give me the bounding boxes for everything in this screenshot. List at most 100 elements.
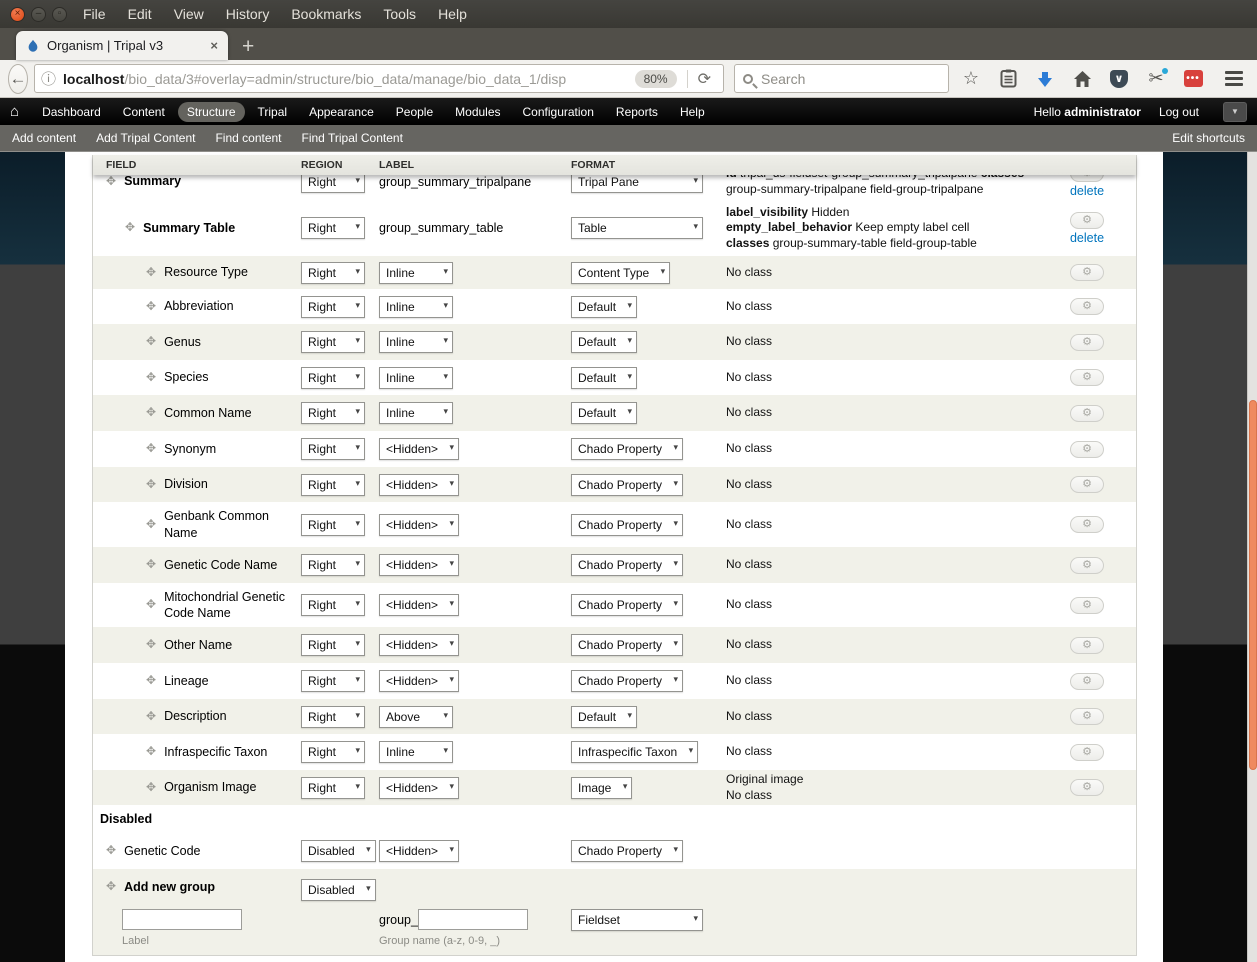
drag-handle-icon[interactable]: ✥	[106, 175, 116, 189]
admin-tab-appearance[interactable]: Appearance	[300, 102, 383, 122]
row-settings-button[interactable]: ⚙	[1070, 175, 1104, 182]
label-select[interactable]: <Hidden>	[379, 840, 459, 862]
region-select[interactable]: Right	[301, 331, 365, 353]
row-settings-button[interactable]: ⚙	[1070, 298, 1104, 315]
drag-handle-icon[interactable]: ✥	[146, 441, 156, 457]
menu-bookmarks[interactable]: Bookmarks	[291, 6, 361, 22]
region-select[interactable]: Right	[301, 634, 365, 656]
region-select[interactable]: Right	[301, 777, 365, 799]
zoom-level-badge[interactable]: 80%	[635, 70, 677, 88]
window-maximize-button[interactable]: ▫	[52, 7, 67, 22]
delete-link[interactable]: delete	[1070, 184, 1104, 198]
screenshot-icon[interactable]: ✂	[1146, 69, 1166, 89]
drag-handle-icon[interactable]: ✥	[146, 673, 156, 689]
region-select[interactable]: Right	[301, 438, 365, 460]
format-select[interactable]: Chado Property	[571, 634, 683, 656]
region-select[interactable]: Right	[301, 706, 365, 728]
region-select[interactable]: Right	[301, 514, 365, 536]
row-settings-button[interactable]: ⚙	[1070, 516, 1104, 533]
shortcut-find-content[interactable]: Find content	[215, 131, 281, 145]
format-select[interactable]: Image	[571, 777, 632, 799]
edit-shortcuts-link[interactable]: Edit shortcuts	[1172, 131, 1245, 145]
browser-tab[interactable]: Organism | Tripal v3 ×	[16, 31, 228, 60]
admin-tab-dashboard[interactable]: Dashboard	[33, 102, 110, 122]
logout-link[interactable]: Log out	[1159, 105, 1199, 119]
format-select[interactable]: Default	[571, 706, 637, 728]
label-select[interactable]: Inline	[379, 262, 453, 284]
menu-file[interactable]: File	[83, 6, 106, 22]
admin-tab-content[interactable]: Content	[114, 102, 174, 122]
home-icon[interactable]	[1072, 69, 1092, 89]
row-settings-button[interactable]: ⚙	[1070, 476, 1104, 493]
drag-handle-icon[interactable]: ✥	[125, 220, 135, 236]
label-select[interactable]: Above	[379, 706, 453, 728]
drag-handle-icon[interactable]: ✥	[146, 744, 156, 760]
url-bar[interactable]: ⓘ localhost/bio_data/3#overlay=admin/str…	[34, 64, 724, 93]
admin-tab-tripal[interactable]: Tripal	[249, 102, 297, 122]
drag-handle-icon[interactable]: ✥	[146, 637, 156, 653]
row-settings-button[interactable]: ⚙	[1070, 637, 1104, 654]
label-select[interactable]: Inline	[379, 402, 453, 424]
window-close-button[interactable]: ×	[10, 7, 25, 22]
label-select[interactable]: Inline	[379, 331, 453, 353]
label-select[interactable]: <Hidden>	[379, 634, 459, 656]
format-select[interactable]: Chado Property	[571, 438, 683, 460]
label-select[interactable]: <Hidden>	[379, 438, 459, 460]
drag-handle-icon[interactable]: ✥	[146, 370, 156, 386]
format-select[interactable]: Default	[571, 402, 637, 424]
label-select[interactable]: <Hidden>	[379, 670, 459, 692]
menu-history[interactable]: History	[226, 6, 270, 22]
row-settings-button[interactable]: ⚙	[1070, 557, 1104, 574]
new-group-label-input[interactable]	[122, 909, 242, 930]
format-select[interactable]: Default	[571, 331, 637, 353]
label-select[interactable]: <Hidden>	[379, 554, 459, 576]
reload-icon[interactable]: ⟳	[692, 69, 717, 89]
toolbar-toggle-button[interactable]: ▼	[1223, 102, 1247, 122]
admin-tab-configuration[interactable]: Configuration	[514, 102, 603, 122]
drag-handle-icon[interactable]: ✥	[146, 265, 156, 281]
drag-handle-icon[interactable]: ✥	[146, 597, 156, 613]
shortcut-find-tripal-content[interactable]: Find Tripal Content	[302, 131, 403, 145]
label-select[interactable]: <Hidden>	[379, 514, 459, 536]
row-settings-button[interactable]: ⚙	[1070, 369, 1104, 386]
drag-handle-icon[interactable]: ✥	[146, 709, 156, 725]
region-select[interactable]: Right	[301, 402, 365, 424]
menu-icon[interactable]	[1219, 67, 1249, 90]
row-settings-button[interactable]: ⚙	[1070, 405, 1104, 422]
pocket-icon[interactable]: ∨	[1109, 69, 1129, 89]
format-select[interactable]: Chado Property	[571, 670, 683, 692]
format-select[interactable]: Default	[571, 367, 637, 389]
format-select[interactable]: Infraspecific Taxon	[571, 741, 698, 763]
drag-handle-icon[interactable]: ✥	[146, 334, 156, 350]
shortcut-add-tripal-content[interactable]: Add Tripal Content	[96, 131, 195, 145]
extension-icon[interactable]: •••	[1183, 69, 1203, 89]
shortcut-add-content[interactable]: Add content	[12, 131, 76, 145]
admin-tab-structure[interactable]: Structure	[178, 102, 245, 122]
format-select[interactable]: Chado Property	[571, 514, 683, 536]
label-select[interactable]: <Hidden>	[379, 594, 459, 616]
region-select[interactable]: Right	[301, 670, 365, 692]
scrollbar-thumb[interactable]	[1249, 400, 1257, 770]
region-select[interactable]: Right	[301, 296, 365, 318]
label-select[interactable]: Inline	[379, 741, 453, 763]
format-select[interactable]: Tripal Pane	[571, 175, 703, 193]
format-select[interactable]: Chado Property	[571, 840, 683, 862]
format-select[interactable]: Chado Property	[571, 474, 683, 496]
window-minimize-button[interactable]: –	[31, 7, 46, 22]
region-select[interactable]: Right	[301, 554, 365, 576]
menu-tools[interactable]: Tools	[383, 6, 416, 22]
drag-handle-icon[interactable]: ✥	[146, 557, 156, 573]
back-button[interactable]: ←	[8, 64, 28, 94]
admin-tab-reports[interactable]: Reports	[607, 102, 667, 122]
row-settings-button[interactable]: ⚙	[1070, 212, 1104, 229]
scrollbar-track[interactable]	[1247, 152, 1257, 962]
format-select[interactable]: Table	[571, 217, 703, 239]
admin-tab-modules[interactable]: Modules	[446, 102, 509, 122]
format-select[interactable]: Content Type	[571, 262, 670, 284]
drag-handle-icon[interactable]: ✥	[106, 879, 116, 895]
label-select[interactable]: <Hidden>	[379, 474, 459, 496]
tab-close-icon[interactable]: ×	[208, 38, 220, 53]
new-group-name-input[interactable]	[418, 909, 528, 930]
row-settings-button[interactable]: ⚙	[1070, 673, 1104, 690]
label-select[interactable]: <Hidden>	[379, 777, 459, 799]
